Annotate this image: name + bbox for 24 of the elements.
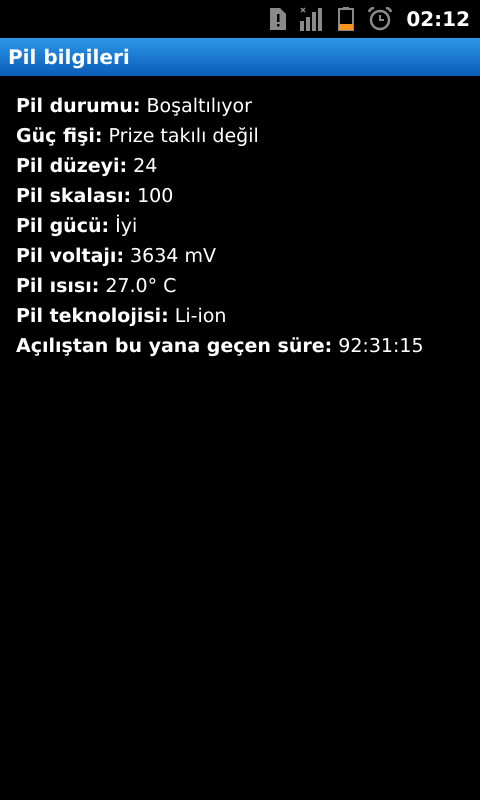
info-value: 24 [133,154,158,179]
info-value: Boşaltılıyor [146,94,252,119]
info-label: Pil durumu: [16,94,141,119]
info-label: Güç fişi: [16,124,103,149]
info-value: 100 [137,184,174,209]
info-label: Pil düzeyi: [16,154,128,179]
info-label: Pil skalası: [16,184,132,209]
info-value: Prize takılı değil [108,124,259,149]
sim-alert-icon [270,8,286,30]
info-label: Pil voltajı: [16,244,124,269]
info-value: Li-ion [174,304,226,329]
battery-icon [338,7,354,31]
clock-time: 02:12 [406,6,470,33]
info-value: 27.0° C [105,274,176,299]
info-value: 92:31:15 [338,334,424,359]
alarm-clock-icon [368,7,392,31]
signal-icon [300,7,324,31]
info-value: İyi [115,214,138,239]
info-value: 3634 mV [130,244,216,269]
window-title: Pil bilgileri [8,44,130,71]
info-label: Pil ısısı: [16,274,100,299]
info-label: Pil teknolojisi: [16,304,169,329]
info-label: Pil gücü: [16,214,110,239]
info-label: Açılıştan bu yana geçen süre: [16,334,332,359]
